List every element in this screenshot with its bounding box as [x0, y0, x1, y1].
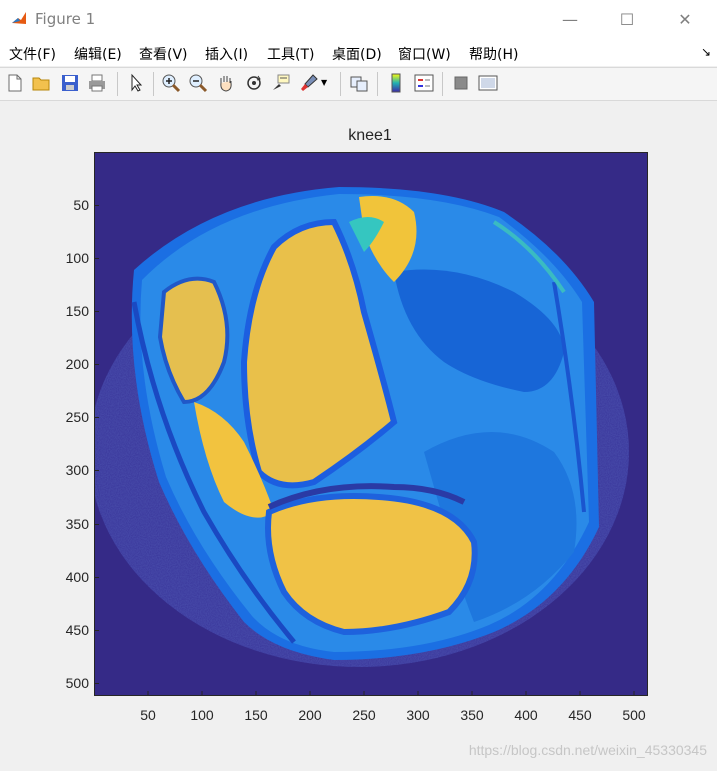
y-tick-label: 400	[65, 569, 89, 585]
menu-edit[interactable]: 编辑(E)	[74, 44, 122, 64]
y-tick-label: 150	[65, 303, 89, 319]
x-tick-label: 500	[622, 707, 646, 723]
show-plot-tools-icon[interactable]	[478, 73, 498, 93]
menu-bar: 文件(F) 编辑(E) 查看(V) 插入(I) 工具(T) 桌面(D) 窗口(W…	[0, 38, 717, 66]
brush-icon[interactable]	[299, 73, 319, 93]
pan-hand-icon[interactable]	[216, 73, 236, 93]
menu-view[interactable]: 查看(V)	[139, 44, 188, 64]
y-tick-label: 200	[65, 356, 89, 372]
minimize-button[interactable]: —	[547, 0, 593, 38]
menu-desktop[interactable]: 桌面(D)	[332, 44, 382, 64]
new-figure-icon[interactable]	[5, 73, 25, 93]
menu-file[interactable]: 文件(F)	[9, 44, 56, 64]
data-cursor-icon[interactable]	[271, 73, 291, 93]
menu-window[interactable]: 窗口(W)	[398, 44, 451, 64]
menu-overflow-icon[interactable]: ↘	[701, 45, 711, 59]
rotate-3d-icon[interactable]	[244, 73, 264, 93]
y-tick-label: 100	[65, 250, 89, 266]
toolbar-separator	[117, 72, 118, 96]
plot-title: knee1	[348, 127, 392, 144]
maximize-button[interactable]: ☐	[604, 0, 650, 38]
toolbar-separator	[442, 72, 443, 96]
matlab-logo-icon	[10, 9, 28, 27]
toolbar-separator	[153, 72, 154, 96]
y-tick-label: 450	[65, 622, 89, 638]
x-tick-label: 200	[298, 707, 322, 723]
y-tick-label: 250	[65, 409, 89, 425]
x-tick-label: 400	[514, 707, 538, 723]
toolbar-separator	[340, 72, 341, 96]
y-tick-label: 500	[65, 675, 89, 691]
window-title: Figure 1	[35, 10, 96, 28]
menu-insert[interactable]: 插入(I)	[205, 44, 248, 64]
close-button[interactable]: ✕	[662, 0, 708, 38]
x-tick-label: 450	[568, 707, 592, 723]
y-tick-label: 350	[65, 516, 89, 532]
x-tick-label: 350	[460, 707, 484, 723]
x-tick-label: 50	[140, 707, 156, 723]
menu-help[interactable]: 帮助(H)	[469, 44, 518, 64]
y-tick-label: 50	[73, 197, 89, 213]
image-axes[interactable]	[94, 152, 648, 696]
pointer-icon[interactable]	[126, 73, 146, 93]
x-tick-label: 150	[244, 707, 268, 723]
figure-toolbar: ▼	[0, 67, 717, 101]
print-icon[interactable]	[87, 73, 107, 93]
colorbar-icon[interactable]	[386, 73, 406, 93]
x-tick-label: 300	[406, 707, 430, 723]
window-titlebar: Figure 1 — ☐ ✕	[0, 0, 717, 38]
link-plot-icon[interactable]	[349, 73, 369, 93]
zoom-out-icon[interactable]	[188, 73, 208, 93]
menu-tools[interactable]: 工具(T)	[267, 44, 314, 64]
legend-icon[interactable]	[414, 73, 434, 93]
watermark-text: https://blog.csdn.net/weixin_45330345	[468, 742, 707, 758]
open-file-icon[interactable]	[31, 73, 51, 93]
x-tick-label: 250	[352, 707, 376, 723]
save-icon[interactable]	[60, 73, 80, 93]
zoom-in-icon[interactable]	[161, 73, 181, 93]
brush-dropdown-arrow-icon[interactable]: ▼	[321, 78, 327, 87]
x-tick-label: 100	[190, 707, 214, 723]
y-tick-label: 300	[65, 462, 89, 478]
toolbar-separator	[377, 72, 378, 96]
hide-plot-tools-icon[interactable]	[451, 73, 471, 93]
